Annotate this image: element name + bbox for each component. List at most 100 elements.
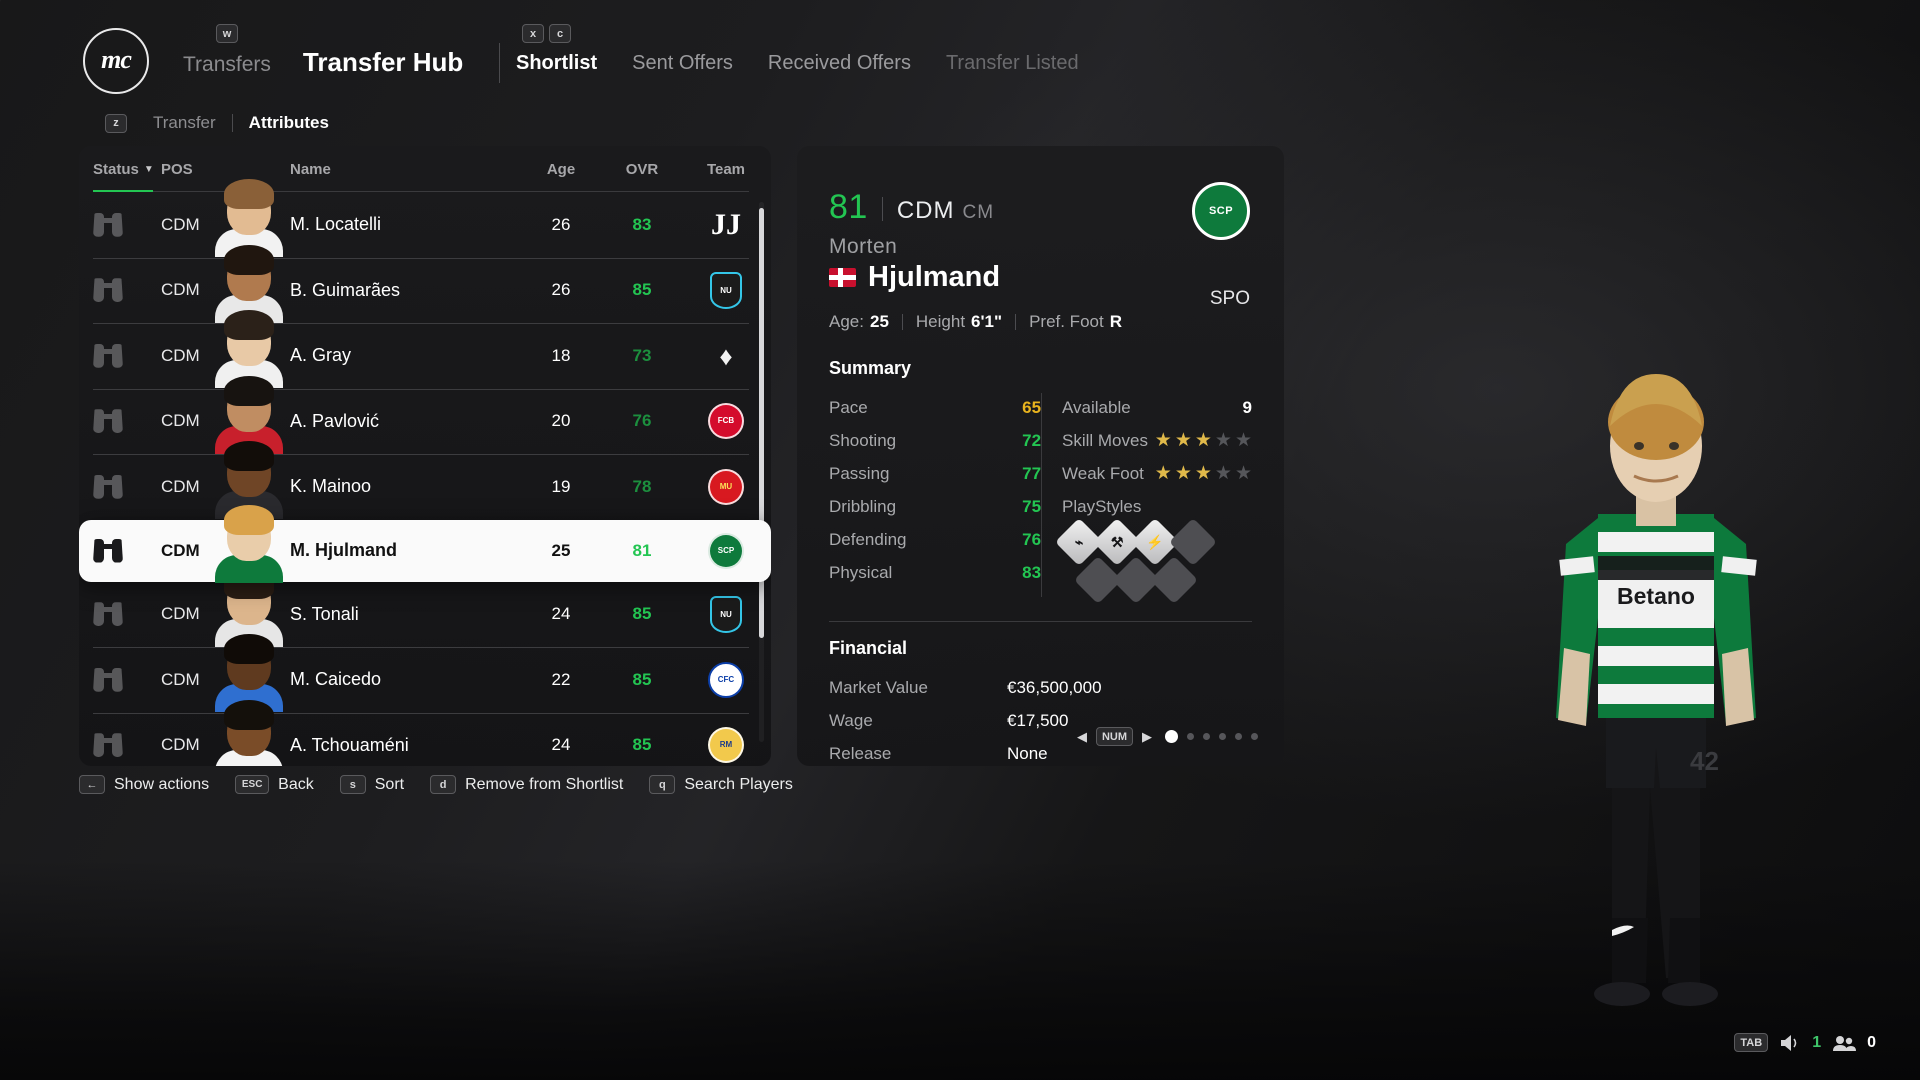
table-row-selected[interactable]: CDM M. Hjulmand 25 81 SCP [79,505,771,583]
keycap[interactable]: d [430,775,457,794]
action-sort[interactable]: s Sort [339,775,404,794]
table-row[interactable]: CDM A. Gray 18 73 ♦ [79,310,771,389]
table-row[interactable]: CDM A. Tchouaméni 24 85 RM [79,699,771,766]
cell-team: NU [681,271,771,309]
player-name-text: M. Caicedo [290,669,382,690]
status-bar: TAB 1 0 [1734,1033,1876,1052]
bio-divider-1 [901,314,903,330]
newcastle-crest-icon: NU [707,595,745,633]
keycap[interactable]: q [649,775,676,794]
pager-dot[interactable] [1251,733,1258,740]
cell-position: CDM [161,735,200,755]
column-header-team[interactable]: Team [681,161,771,178]
cell-position: CDM [161,604,200,624]
keycap[interactable]: ESC [235,775,270,794]
crest-badge: RM [708,727,744,764]
player-render-svg: 42 Betano [1556,374,1757,1006]
keycap-shortlist[interactable]: x [522,24,544,43]
cell-name: B. Guimarães [215,244,519,323]
pager-dot[interactable] [1165,730,1178,743]
cell-age: 25 [551,540,571,560]
keycap-sent-offers[interactable]: c [549,24,571,43]
keycap-transfers[interactable]: w [216,24,238,43]
column-header-pos[interactable]: POS [161,161,223,178]
action-remove-from-shortlist[interactable]: d Remove from Shortlist [430,775,623,794]
nav-item-transfers[interactable]: Transfers [183,53,271,77]
binoculars-icon [93,343,123,368]
scout-status-cell [93,733,161,758]
action-show-actions[interactable]: ← Show actions [79,775,209,794]
action-label: Show actions [114,775,210,793]
tab-received-offers[interactable]: Received Offers [768,52,911,75]
subtab-attributes[interactable]: Attributes [249,113,329,133]
keycap[interactable]: ← [79,775,105,794]
pager-dot[interactable] [1219,733,1226,740]
binoculars-icon [93,667,123,692]
cell-team: CFC [681,661,771,699]
stat-passing: Passing 77 [829,457,1041,490]
player-name-text: K. Mainoo [290,476,372,497]
pager-dot[interactable] [1203,733,1210,740]
speaker-glyph [1781,1034,1797,1051]
skill-moves-stars: ★ ★ ★ ★ ★ [1155,431,1252,450]
scout-status-cell [93,602,161,627]
financial-label: Release [829,743,892,763]
tab-sent-offers[interactable]: Sent Offers [632,52,733,75]
transfer-hub-screen: mc w x c Transfers Transfer Hub Shortlis… [0,0,1920,1080]
cell-team: FCB [681,402,771,440]
tab-shortlist[interactable]: Shortlist [516,52,597,75]
scout-status-cell [93,212,161,237]
financial-value: None [1007,743,1048,763]
cell-team: JJ [681,206,771,244]
table-row[interactable]: CDM A. Pavlović 20 76 FCB [79,375,771,455]
column-header-status[interactable]: Status ▼ [93,161,161,178]
pager-dots [1165,730,1258,743]
keycap-tab[interactable]: TAB [1734,1033,1769,1052]
keycap-subnav[interactable]: z [105,113,127,133]
pager-dot[interactable] [1235,733,1242,740]
pager-right-arrow-icon[interactable]: ▶ [1142,729,1152,745]
table-row[interactable]: CDM K. Mainoo 19 78 MU [79,441,771,520]
column-header-ovr[interactable]: OVR [603,161,681,178]
subtab-transfer[interactable]: Transfer [153,113,216,133]
secondary-nav: Shortlist Sent Offers Received Offers Tr… [516,52,1114,75]
cell-overall: 83 [632,214,652,234]
crest-glyph: JJ [711,207,741,241]
action-back[interactable]: ESC Back [235,775,314,794]
sporting-crest-icon: SCP [707,532,745,570]
nav-item-transfer-hub[interactable]: Transfer Hub [303,47,463,78]
star-icon: ★ [1194,463,1212,484]
bio-height-label: Height [915,312,966,331]
sort-caret-down-icon: ▼ [143,163,154,175]
pager-left-arrow-icon[interactable]: ◀ [1077,729,1087,745]
keycap-pager-num[interactable]: NUM [1095,727,1133,746]
table-row[interactable]: CDM B. Guimarães 26 85 NU [79,244,771,324]
binoculars-icon [93,474,123,499]
cell-age: 20 [551,411,571,431]
app-header: mc w x c Transfers Transfer Hub Shortlis… [0,0,1920,108]
keycap[interactable]: s [339,775,366,794]
column-header-status-label: Status [93,160,139,178]
shortlist-panel: Status ▼ POS Name Age OVR Team CDM M. Loc… [79,146,771,766]
financial-label: Market Value [829,677,928,697]
primary-nav: Transfers Transfer Hub [183,43,528,87]
tab-transfer-listed[interactable]: Transfer Listed [946,52,1079,75]
action-search-players[interactable]: q Search Players [649,775,793,794]
table-row[interactable]: CDM M. Caicedo 22 85 CFC [79,634,771,713]
table-row[interactable]: CDM M. Locatelli 26 83 JJ [79,179,771,258]
sporting-cp-crest-icon: SCP [1192,182,1250,240]
pager-dot[interactable] [1187,733,1194,740]
column-header-age[interactable]: Age [519,161,603,178]
stat-shooting: Shooting 72 [829,424,1041,457]
bio-height-value: 6'1" [971,312,1003,331]
bio-foot-label: Pref. Foot [1029,312,1104,331]
cell-age: 22 [551,669,571,689]
crest-shield: NU [710,595,742,633]
playstyle-glyph: ⌁ [1074,534,1084,550]
player-name-text: A. Tchouaméni [290,734,409,755]
player-overall-rating: 81 [829,188,868,226]
table-row[interactable]: CDM S. Tonali 24 85 NU [79,568,771,648]
summary-section: Summary Pace 65 Shooting 72 Passing 77 Dribbli… [829,358,1252,605]
bio-foot-value: R [1109,312,1122,331]
playstyles-grid: ⌁ ⚒ ⚡ [1054,517,1252,605]
